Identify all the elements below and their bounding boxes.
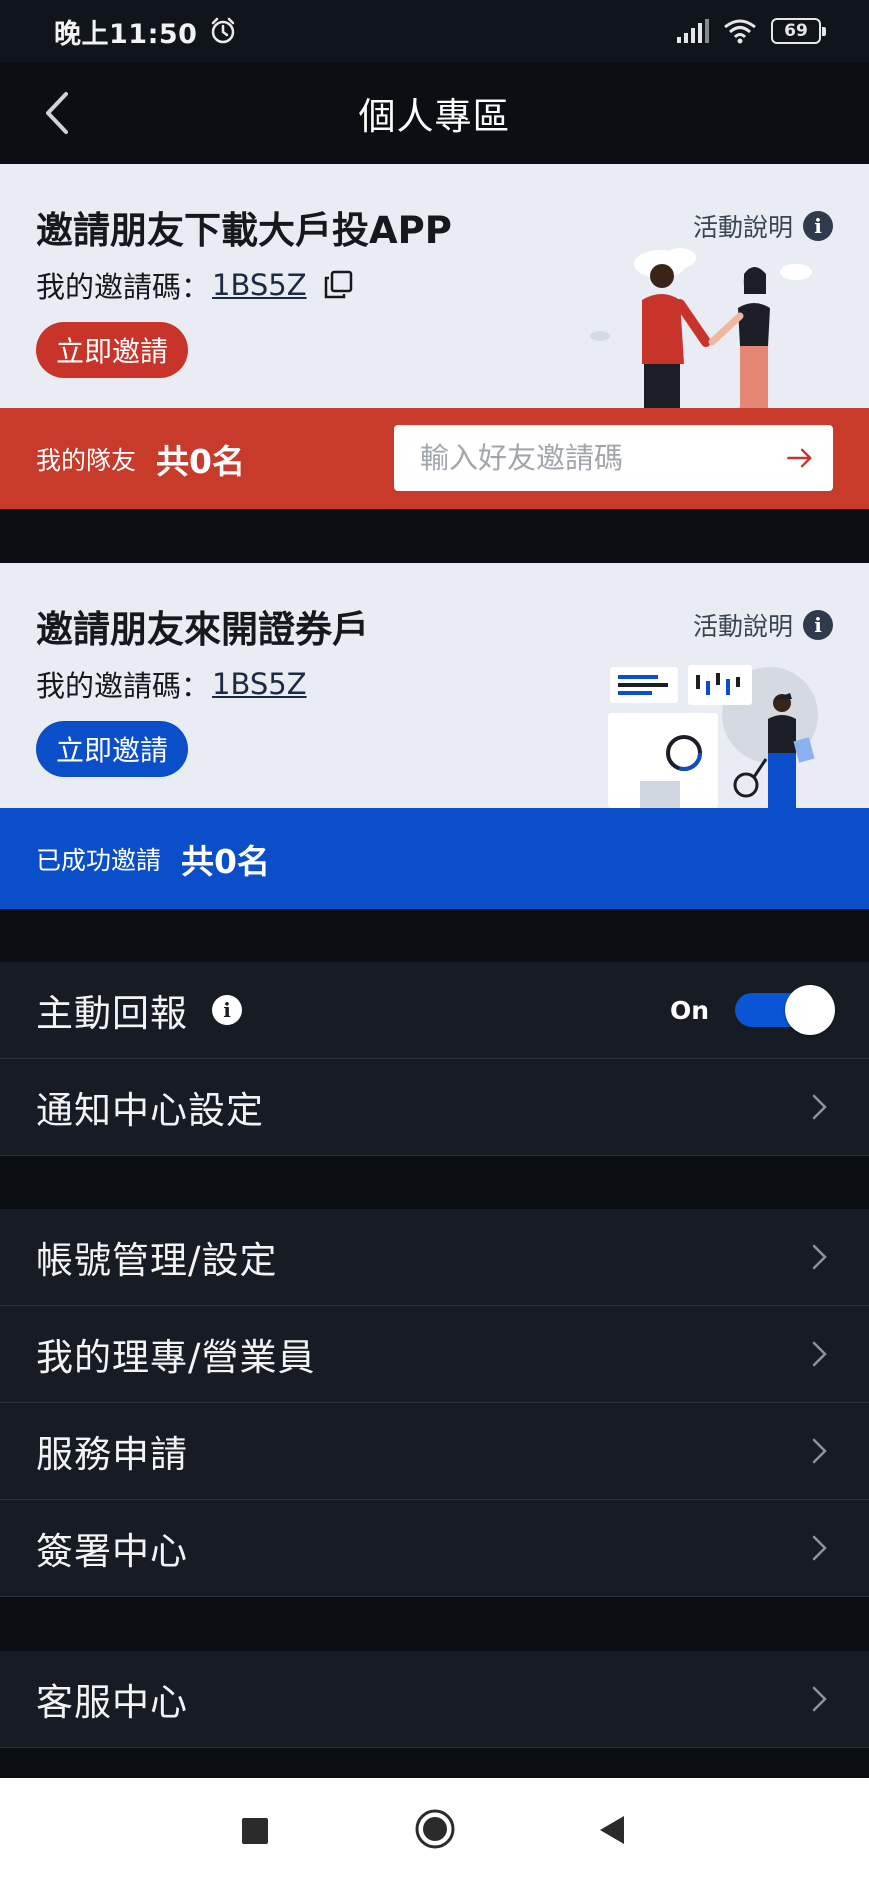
settings-group-3: 客服中心 (0, 1651, 869, 1748)
settings-item-label: 通知中心設定 (36, 1089, 264, 1132)
invite-account-code-row: 我的邀請碼： 1BS5Z (36, 663, 307, 705)
success-label: 已成功邀請 (36, 845, 162, 875)
settings-item-customer-service[interactable]: 客服中心 (0, 1651, 869, 1748)
nav-bar: 個人專區 (0, 62, 869, 164)
invite-app-card: 邀請朋友下載大戶投APP 活動說明 i 我的邀請碼： 1BS5Z 立即邀請 (0, 164, 869, 408)
toggle-knob (785, 985, 835, 1035)
invite-app-headline: 邀請朋友下載大戶投APP (36, 209, 452, 252)
info-icon[interactable]: i (212, 995, 242, 1025)
chevron-right-icon (812, 1094, 827, 1120)
status-time: 晚上11:50 (54, 18, 198, 50)
invite-code[interactable]: 1BS5Z (212, 667, 307, 701)
back-arrow-icon[interactable] (40, 88, 76, 138)
battery-indicator: 69 (771, 18, 826, 44)
invite-now-button[interactable]: 立即邀請 (36, 721, 189, 777)
success-invites-bar: 已成功邀請 共0名 (0, 808, 869, 909)
settings-item-service-request[interactable]: 服務申請 (0, 1403, 869, 1500)
chevron-right-icon (812, 1341, 827, 1367)
code-label: 我的邀請碼： (36, 669, 211, 703)
signal-icon (677, 19, 709, 43)
settings-item-label: 簽署中心 (36, 1530, 188, 1573)
arrow-right-icon[interactable] (787, 443, 813, 473)
friend-code-input[interactable] (420, 441, 787, 475)
copy-icon[interactable] (323, 270, 353, 300)
page-title: 個人專區 (358, 95, 511, 138)
settings-item-my-advisor[interactable]: 我的理專/營業員 (0, 1306, 869, 1403)
friend-code-input-box (394, 425, 833, 491)
invite-now-label: 立即邀請 (56, 734, 169, 767)
system-nav-bar (0, 1778, 869, 1883)
home-icon[interactable] (414, 1808, 456, 1850)
invite-account-card: 邀請朋友來開證券戶 活動說明 i 我的邀請碼： 1BS5Z 立即邀請 (0, 563, 869, 808)
teammates-count: 共0名 (156, 441, 245, 481)
teammates-bar: 我的隊友 共0名 (0, 408, 869, 509)
settings-item-label: 服務申請 (36, 1433, 188, 1476)
chevron-right-icon (812, 1686, 827, 1712)
active-report-toggle-wrap: On (669, 985, 835, 1035)
invite-now-label: 立即邀請 (56, 335, 169, 368)
info-icon: i (803, 610, 833, 640)
invite-now-button[interactable]: 立即邀請 (36, 322, 189, 378)
settings-group-2: 帳號管理/設定 我的理專/營業員 服務申請 簽署中心 (0, 1209, 869, 1597)
active-report-row: 主動回報 i On (0, 962, 869, 1059)
settings-item-label: 客服中心 (36, 1681, 188, 1724)
wifi-icon (724, 19, 756, 44)
battery-level: 69 (784, 21, 808, 41)
settings-item-account-management[interactable]: 帳號管理/設定 (0, 1209, 869, 1306)
system-back-icon[interactable] (598, 1814, 626, 1846)
settings-group-1: 主動回報 i On 通知中心設定 (0, 962, 869, 1156)
chevron-right-icon (812, 1535, 827, 1561)
settings-item-label: 帳號管理/設定 (36, 1239, 278, 1282)
invite-app-code-row: 我的邀請碼： 1BS5Z (36, 264, 353, 306)
settings-item-label: 我的理專/營業員 (36, 1336, 316, 1379)
success-count: 共0名 (181, 841, 270, 881)
toggle-state-label: On (669, 995, 709, 1025)
active-report-toggle[interactable] (735, 985, 835, 1035)
handshake-illustration (590, 248, 812, 408)
teammates-label: 我的隊友 (36, 445, 137, 475)
stock-analysis-illustration (608, 665, 818, 808)
code-label: 我的邀請碼： (36, 270, 211, 304)
active-report-label: 主動回報 (36, 992, 188, 1035)
recent-apps-icon[interactable] (242, 1818, 268, 1844)
settings-item-notification-center[interactable]: 通知中心設定 (0, 1059, 869, 1156)
info-link-label: 活動說明 (692, 612, 793, 641)
alarm-icon (212, 17, 235, 44)
invite-account-info-link[interactable]: 活動說明 i (693, 607, 833, 643)
chevron-right-icon (812, 1244, 827, 1270)
settings-item-signing-center[interactable]: 簽署中心 (0, 1500, 869, 1597)
status-bar: 晚上11:50 69 (0, 0, 869, 62)
invite-account-headline: 邀請朋友來開證券戶 (36, 608, 369, 651)
invite-code[interactable]: 1BS5Z (212, 268, 307, 302)
chevron-right-icon (812, 1438, 827, 1464)
